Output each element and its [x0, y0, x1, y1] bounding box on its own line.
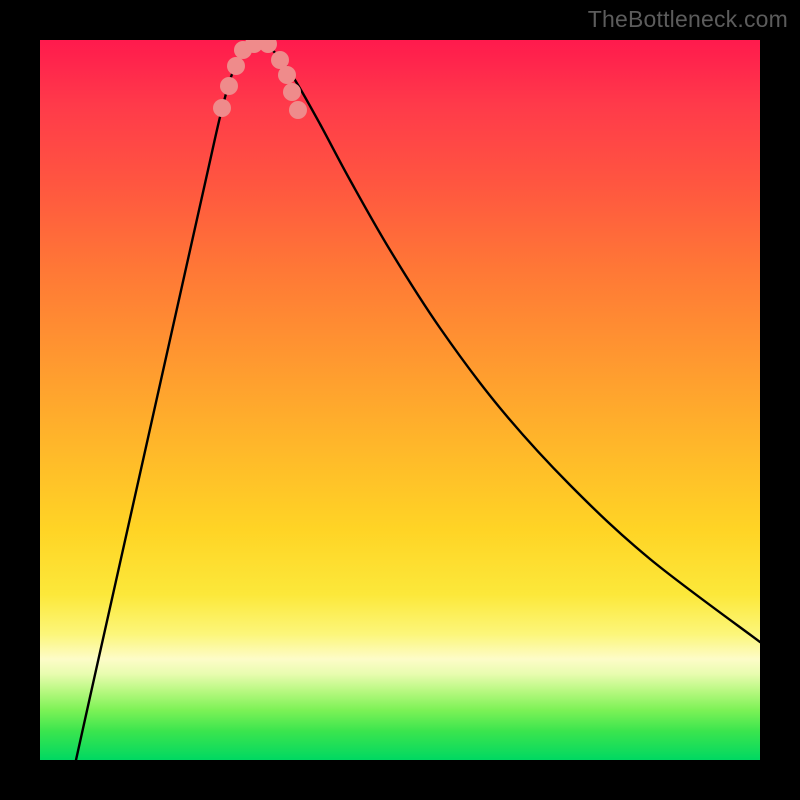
bottleneck-curve [76, 41, 760, 760]
marker-dot [220, 77, 238, 95]
watermark-text: TheBottleneck.com [588, 6, 788, 33]
marker-dot [213, 99, 231, 117]
marker-dot [289, 101, 307, 119]
low-bottleneck-markers [213, 40, 307, 119]
chart-svg [40, 40, 760, 760]
plot-area [40, 40, 760, 760]
chart-frame: TheBottleneck.com [0, 0, 800, 800]
marker-dot [278, 66, 296, 84]
marker-dot [283, 83, 301, 101]
marker-dot [227, 57, 245, 75]
